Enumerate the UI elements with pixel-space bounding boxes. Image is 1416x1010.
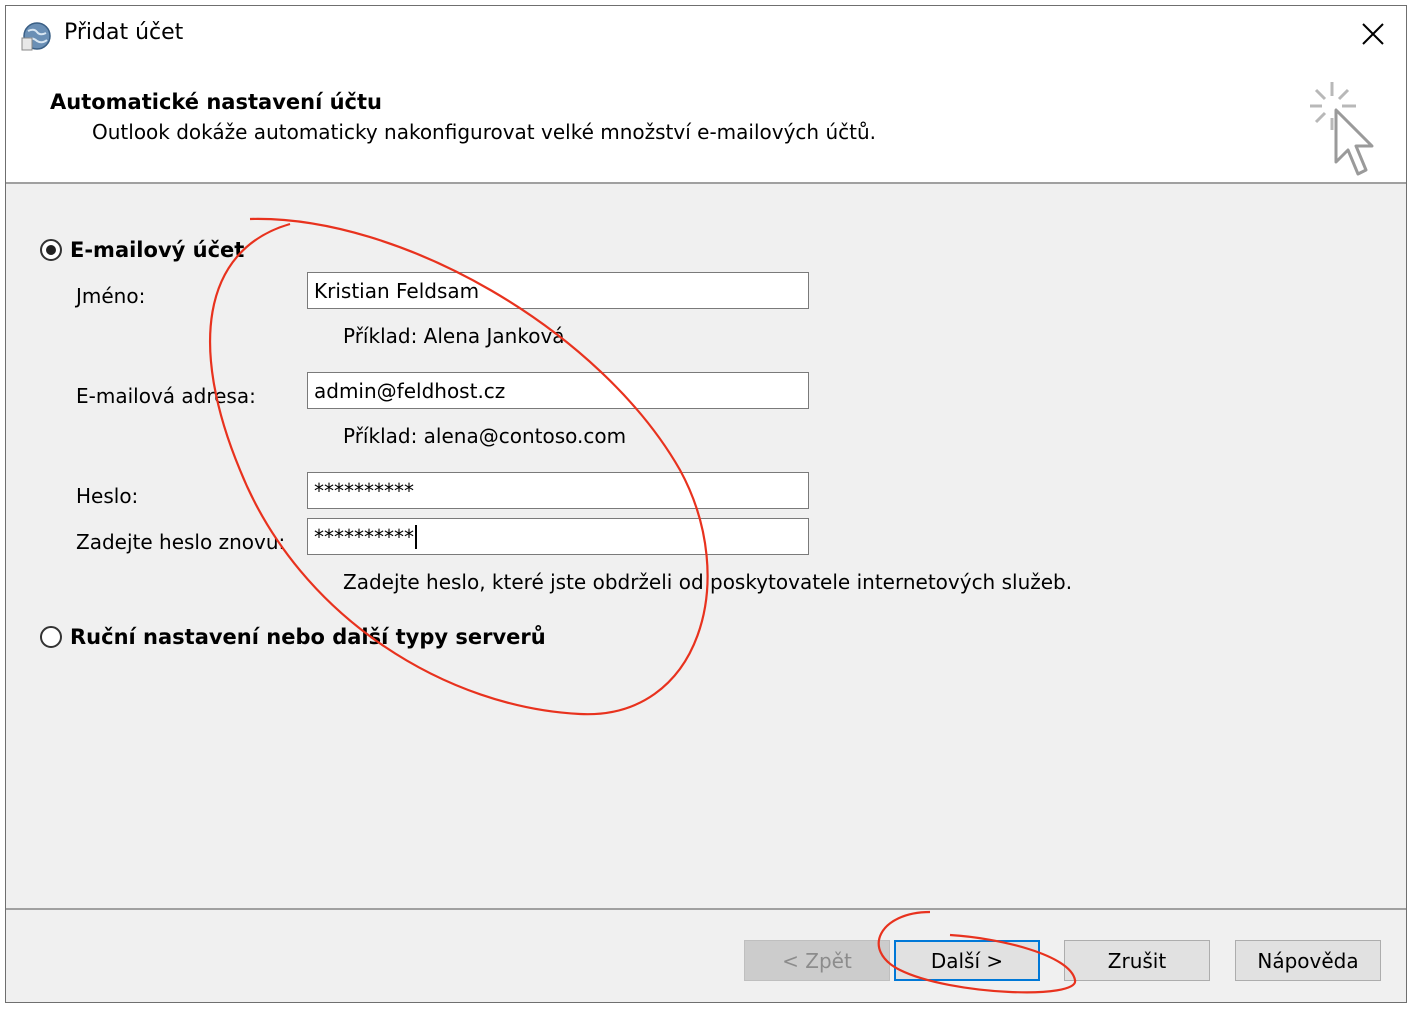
password-repeat-input[interactable]: ********** [307, 518, 809, 555]
title-bar: Přidat účet [6, 6, 1406, 66]
next-button[interactable]: Další > [894, 940, 1040, 981]
close-button[interactable] [1340, 6, 1406, 62]
email-input-value: admin@feldhost.cz [314, 378, 506, 403]
radio-unchecked-icon [40, 626, 62, 648]
window-title: Přidat účet [64, 20, 184, 45]
close-icon [1362, 23, 1384, 45]
password-hint: Zadejte heslo, které jste obdrželi od po… [343, 570, 1073, 594]
password-input[interactable]: ********** [307, 472, 809, 509]
name-example: Příklad: Alena Janková [343, 324, 565, 348]
text-caret [415, 524, 417, 549]
page-subtitle: Outlook dokáže automaticky nakonfigurova… [92, 120, 876, 144]
password-repeat-input-value: ********** [314, 524, 414, 549]
email-account-radio-label: E-mailový účet [70, 238, 245, 262]
email-example: Příklad: alena@contoso.com [343, 424, 627, 448]
email-input[interactable]: admin@feldhost.cz [307, 372, 809, 409]
email-account-radio[interactable]: E-mailový účet [40, 238, 244, 262]
name-label: Jméno: [76, 284, 146, 308]
email-label: E-mailová adresa: [76, 384, 256, 408]
password-label: Heslo: [76, 484, 139, 508]
password-input-value: ********** [314, 478, 414, 503]
cursor-click-icon [1310, 82, 1374, 176]
button-bar: < Zpět Další > Zrušit Nápověda [6, 908, 1406, 1002]
cancel-button[interactable]: Zrušit [1064, 940, 1210, 981]
form-area: E-mailový účet Jméno: Kristian Feldsam P… [6, 184, 1406, 906]
add-account-dialog: Přidat účet Automatické nastavení účtu O… [5, 5, 1407, 1003]
manual-setup-radio[interactable]: Ruční nastavení nebo další typy serverů [40, 625, 546, 649]
page-title: Automatické nastavení účtu [50, 90, 382, 114]
back-button[interactable]: < Zpět [744, 940, 890, 981]
password-repeat-label: Zadejte heslo znovu: [76, 530, 286, 554]
help-button[interactable]: Nápověda [1235, 940, 1381, 981]
name-input-value: Kristian Feldsam [314, 278, 480, 303]
radio-checked-icon [40, 239, 62, 261]
name-input[interactable]: Kristian Feldsam [307, 272, 809, 309]
manual-setup-radio-label: Ruční nastavení nebo další typy serverů [70, 625, 546, 649]
wizard-header: Automatické nastavení účtu Outlook dokáž… [6, 66, 1406, 184]
outlook-globe-icon [21, 22, 51, 51]
